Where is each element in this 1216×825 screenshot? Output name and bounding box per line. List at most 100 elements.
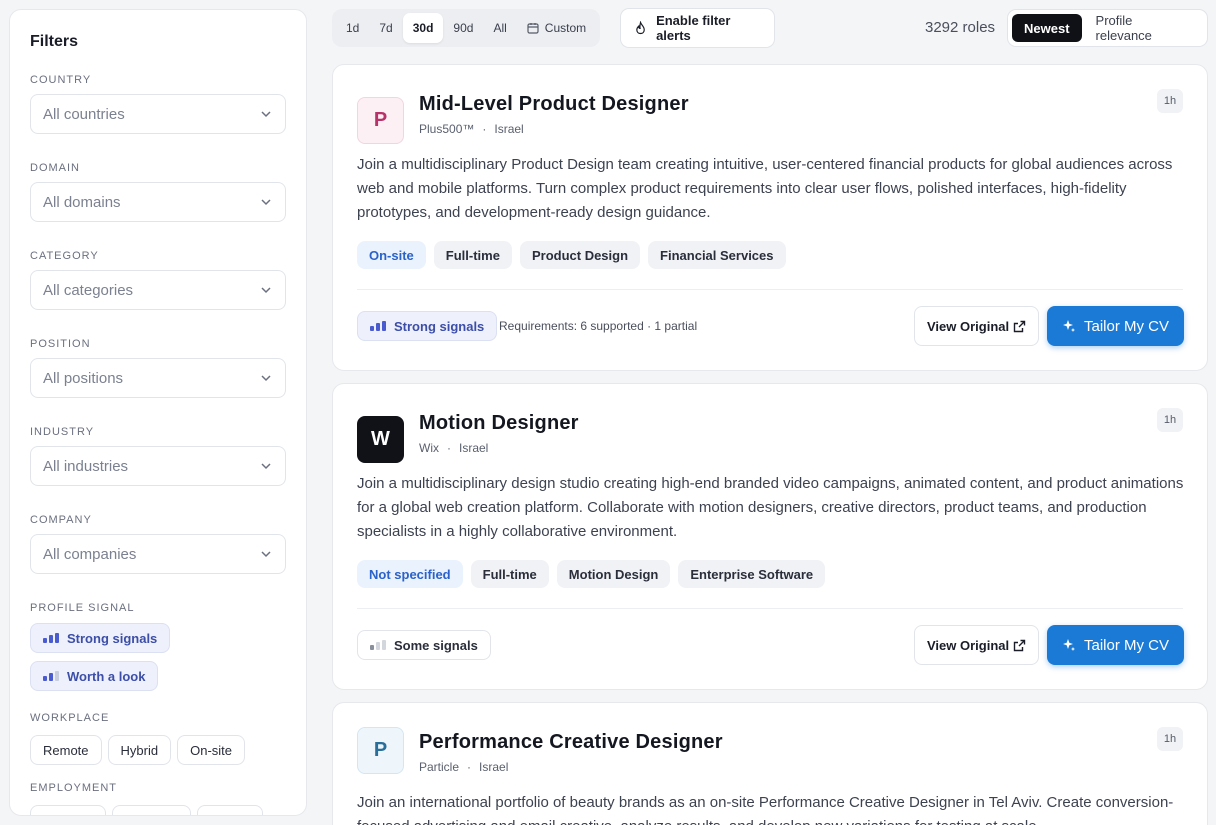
employment-full-time[interactable]: Full-time	[30, 805, 106, 815]
job-title[interactable]: Performance Creative Designer	[419, 729, 723, 755]
flame-icon	[636, 21, 645, 35]
tailor-my-cv-button[interactable]: Tailor My CV	[1047, 625, 1184, 665]
chevron-down-icon	[261, 199, 271, 206]
range-custom-label: Custom	[544, 21, 587, 35]
job-location: Israel	[494, 122, 524, 136]
filter-strong-signals-label: Strong signals	[67, 630, 158, 646]
signal-badge: Strong signals	[357, 311, 498, 341]
company-logo: P	[357, 97, 404, 144]
category-label: Category	[30, 250, 99, 262]
posted-age-badge: 1h	[1157, 89, 1183, 113]
employment-project[interactable]: Project	[196, 805, 264, 815]
external-link-icon	[1013, 639, 1026, 651]
job-location: Israel	[479, 760, 509, 774]
job-description: Join an international portfolio of beaut…	[357, 794, 1174, 825]
posted-age-badge: 1h	[1157, 727, 1183, 751]
job-description: Join a multidisciplinary design studio c…	[357, 475, 1184, 540]
view-original-label: View Original	[927, 637, 1010, 653]
category-value: All categories	[43, 281, 134, 299]
filter-worth-a-look[interactable]: Worth a look	[30, 661, 159, 691]
signal-label: Strong signals	[394, 318, 485, 334]
logo-letter: W	[371, 428, 390, 450]
chevron-down-icon	[261, 551, 271, 558]
company-value: All companies	[43, 545, 137, 563]
range-all[interactable]: All	[483, 13, 516, 43]
external-link-icon	[1013, 320, 1026, 332]
job-card[interactable]: P Mid-Level Product Designer Plus500™ · …	[332, 64, 1208, 371]
domain-value: All domains	[43, 193, 121, 211]
signal-strength-icon	[370, 640, 386, 650]
range-7d[interactable]: 7d	[369, 13, 402, 43]
meta-separator: ·	[447, 441, 451, 455]
job-title[interactable]: Mid-Level Product Designer	[419, 91, 689, 117]
employment-part-time[interactable]: Part-time	[111, 805, 191, 815]
job-tags: On-site Full-time Product Design Financi…	[357, 241, 786, 269]
workplace-hybrid[interactable]: Hybrid	[107, 735, 172, 765]
country-value: All countries	[43, 105, 125, 123]
position-select[interactable]: All positions	[30, 358, 286, 398]
tailor-my-cv-label: Tailor My CV	[1083, 636, 1169, 654]
range-30d[interactable]: 30d	[402, 13, 444, 43]
industry-select[interactable]: All industries	[30, 446, 286, 486]
meta-separator: ·	[482, 122, 487, 136]
tag-employment: Full-time	[433, 241, 512, 269]
view-original-label: View Original	[927, 318, 1010, 334]
posted-age-badge: 1h	[1157, 408, 1183, 432]
signal-strength-icon	[43, 633, 59, 643]
industry-value: All industries	[43, 457, 129, 475]
signal-label: Some signals	[394, 637, 478, 653]
requirements-summary: Requirements: 6 supported · 1 partial	[499, 319, 698, 333]
company-label: Company	[30, 514, 92, 526]
enable-filter-alerts-button[interactable]: Enable filter alerts	[620, 8, 775, 48]
filter-strong-signals[interactable]: Strong signals	[30, 623, 171, 653]
job-description: Join a multidisciplinary Product Design …	[357, 156, 1173, 221]
country-select[interactable]: All countries	[30, 94, 286, 134]
job-card[interactable]: P Performance Creative Designer Particle…	[332, 702, 1208, 825]
company-logo: W	[357, 416, 404, 463]
job-meta: Wix · Israel	[419, 440, 488, 456]
workplace-remote[interactable]: Remote	[30, 735, 102, 765]
tag-workplace: On-site	[357, 241, 426, 269]
tag-workplace: Not specified	[357, 560, 463, 588]
position-value: All positions	[43, 369, 124, 387]
sort-selector: Newest Profile relevance	[1007, 9, 1208, 47]
domain-label: Domain	[30, 162, 80, 174]
view-original-button[interactable]: View Original	[914, 306, 1039, 346]
chevron-down-icon	[261, 463, 271, 470]
calendar-icon	[527, 23, 539, 34]
range-custom[interactable]: Custom	[517, 13, 596, 43]
job-title[interactable]: Motion Designer	[419, 410, 579, 436]
company-name: Wix	[419, 441, 439, 455]
category-select[interactable]: All categories	[30, 270, 286, 310]
tag-category: Motion Design	[556, 560, 671, 588]
tailor-my-cv-button[interactable]: Tailor My CV	[1047, 306, 1184, 346]
meta-separator: ·	[467, 760, 472, 774]
tag-category: Product Design	[519, 241, 641, 269]
domain-select[interactable]: All domains	[30, 182, 286, 222]
industry-label: Industry	[30, 426, 95, 438]
tailor-my-cv-label: Tailor My CV	[1083, 317, 1169, 335]
chevron-down-icon	[261, 375, 271, 382]
range-90d[interactable]: 90d	[443, 13, 483, 43]
company-select[interactable]: All companies	[30, 534, 286, 574]
job-meta: Particle · Israel	[419, 759, 508, 775]
filters-title: Filters	[30, 33, 79, 50]
workplace-onsite[interactable]: On-site	[177, 735, 246, 765]
tag-industry: Enterprise Software	[678, 560, 826, 588]
job-location: Israel	[459, 441, 489, 455]
employment-label: Employment	[30, 782, 118, 794]
view-original-button[interactable]: View Original	[914, 625, 1039, 665]
range-1d[interactable]: 1d	[336, 13, 369, 43]
job-card[interactable]: W Motion Designer Wix · Israel 1h Join a…	[332, 383, 1208, 690]
company-name: Plus500™	[419, 122, 475, 136]
tag-industry: Financial Services	[648, 241, 786, 269]
job-tags: Not specified Full-time Motion Design En…	[357, 560, 826, 588]
signal-strength-icon	[370, 321, 386, 331]
enable-filter-alerts-label: Enable filter alerts	[656, 13, 731, 43]
workplace-label: Workplace	[30, 712, 110, 724]
signal-badge: Some signals	[357, 630, 491, 660]
sort-newest[interactable]: Newest	[1012, 14, 1082, 42]
sort-profile-relevance[interactable]: Profile relevance	[1084, 13, 1203, 43]
company-name: Particle	[419, 760, 460, 774]
date-range-selector: 1d 7d 30d 90d All Custom	[332, 9, 601, 47]
